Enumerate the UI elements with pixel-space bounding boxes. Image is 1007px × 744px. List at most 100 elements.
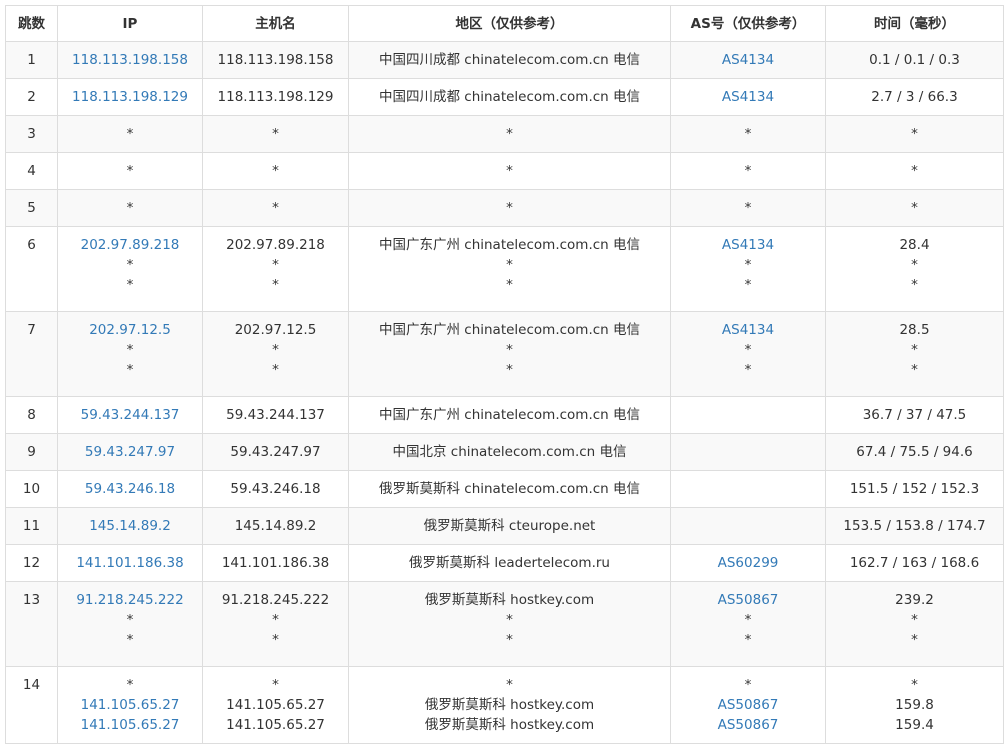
ip-address-link[interactable]: 202.97.89.218 bbox=[58, 235, 202, 255]
as-number-link[interactable]: AS50867 bbox=[671, 590, 825, 610]
ip-address-cell: * bbox=[57, 115, 203, 153]
ip-address-text: * bbox=[126, 362, 134, 378]
as-number-cell: AS60299 bbox=[670, 544, 826, 582]
ip-address-text: * bbox=[126, 200, 134, 216]
header-time: 时间（毫秒） bbox=[825, 5, 1004, 42]
hostname-cell: * bbox=[202, 115, 349, 153]
as-number-text: * bbox=[744, 342, 752, 358]
latency-cell: 36.7 / 37 / 47.5 bbox=[825, 396, 1004, 434]
location-text: 俄罗斯莫斯科 chinatelecom.com.cn 电信 bbox=[378, 481, 641, 497]
latency-cell: * bbox=[825, 152, 1004, 190]
hostname-cell: * bbox=[202, 152, 349, 190]
hostname-text: 118.113.198.158 bbox=[217, 52, 334, 68]
hostname-text: 202.97.89.218 bbox=[226, 237, 325, 253]
as-number-text: * bbox=[744, 362, 752, 378]
ip-address-text: * bbox=[126, 277, 134, 293]
as-number-cell: * AS50867 AS50867 bbox=[670, 666, 826, 744]
table-row: 9 59.43.247.97 59.43.247.97 中国北京 chinatelec… bbox=[5, 433, 1004, 471]
as-number-link[interactable]: AS4134 bbox=[671, 87, 825, 107]
location-text: 中国广东广州 chinatelecom.com.cn 电信 bbox=[378, 407, 641, 423]
hop-number: 13 bbox=[5, 581, 58, 667]
location-text: 俄罗斯莫斯科 leadertelecom.ru bbox=[409, 555, 610, 571]
hop-number: 1 bbox=[5, 41, 58, 79]
hostname-text: * bbox=[272, 362, 279, 378]
ip-address-link[interactable]: 141.101.186.38 bbox=[58, 553, 202, 573]
as-number-text: * bbox=[744, 257, 752, 273]
hop-number-text: 1 bbox=[27, 52, 36, 68]
latency-text: * bbox=[911, 163, 918, 179]
header-location: 地区（仅供参考） bbox=[348, 5, 671, 42]
hostname-cell: 202.97.12.5 * * bbox=[202, 311, 349, 397]
hop-number-text: 12 bbox=[22, 555, 41, 571]
header-hostname: 主机名 bbox=[202, 5, 349, 42]
traceroute-table: 跳数 IP 主机名 地区（仅供参考） AS号（仅供参考） 时间（毫秒） 1 118… bbox=[5, 5, 1004, 744]
as-number-text: * bbox=[744, 277, 752, 293]
hostname-text: 59.43.246.18 bbox=[230, 481, 321, 497]
location-text: * bbox=[506, 342, 513, 358]
as-number-text: * bbox=[744, 200, 752, 216]
ip-address-cell: 202.97.89.218 * * bbox=[57, 226, 203, 312]
hostname-cell: 59.43.247.97 bbox=[202, 433, 349, 471]
as-number-link[interactable]: AS4134 bbox=[671, 50, 825, 70]
hostname-text: * bbox=[272, 342, 279, 358]
table-row: 5 * * * * * bbox=[5, 189, 1004, 227]
location-cell: 中国四川成都 chinatelecom.com.cn 电信 bbox=[348, 78, 671, 116]
as-number-link[interactable]: AS4134 bbox=[671, 235, 825, 255]
location-cell: 中国广东广州 chinatelecom.com.cn 电信 * * bbox=[348, 226, 671, 312]
hop-number: 3 bbox=[5, 115, 58, 153]
as-number-link[interactable]: AS50867 bbox=[671, 695, 825, 715]
as-number-link[interactable]: AS60299 bbox=[671, 553, 825, 573]
ip-address-link[interactable]: 118.113.198.158 bbox=[58, 50, 202, 70]
ip-address-text: * bbox=[126, 163, 134, 179]
table-row: 8 59.43.244.137 59.43.244.137 中国广东广州 chinat… bbox=[5, 396, 1004, 434]
latency-cell: 2.7 / 3 / 66.3 bbox=[825, 78, 1004, 116]
hop-number: 5 bbox=[5, 189, 58, 227]
ip-address-link[interactable]: 118.113.198.129 bbox=[58, 87, 202, 107]
ip-address-cell: 145.14.89.2 bbox=[57, 507, 203, 545]
as-number-cell: AS4134 * * bbox=[670, 311, 826, 397]
location-text: * bbox=[506, 677, 513, 693]
hop-number-text: 2 bbox=[27, 89, 36, 105]
hop-number: 6 bbox=[5, 226, 58, 312]
hop-number-text: 5 bbox=[27, 200, 36, 216]
latency-text: 239.2 bbox=[895, 592, 934, 608]
table-row: 2 118.113.198.129 118.113.198.129 中国四川成都 ch… bbox=[5, 78, 1004, 116]
hostname-text: * bbox=[272, 163, 279, 179]
hostname-cell: 59.43.246.18 bbox=[202, 470, 349, 508]
ip-address-link[interactable]: 141.105.65.27 bbox=[58, 695, 202, 715]
location-cell: 中国北京 chinatelecom.com.cn 电信 bbox=[348, 433, 671, 471]
ip-address-link[interactable]: 59.43.247.97 bbox=[58, 442, 202, 462]
table-row: 14 * 141.105.65.27 141.105.65.27 * 141.105.65… bbox=[5, 666, 1004, 744]
latency-text: 67.4 / 75.5 / 94.6 bbox=[856, 444, 973, 460]
ip-address-link[interactable]: 141.105.65.27 bbox=[58, 715, 202, 735]
table-row: 4 * * * * * bbox=[5, 152, 1004, 190]
ip-address-link[interactable]: 202.97.12.5 bbox=[58, 320, 202, 340]
hop-number: 8 bbox=[5, 396, 58, 434]
table-row: 1 118.113.198.158 118.113.198.158 中国四川成都 ch… bbox=[5, 41, 1004, 79]
ip-address-link[interactable]: 59.43.244.137 bbox=[58, 405, 202, 425]
hostname-cell: 141.101.186.38 bbox=[202, 544, 349, 582]
latency-text: 28.5 bbox=[899, 322, 930, 338]
ip-address-link[interactable]: 145.14.89.2 bbox=[58, 516, 202, 536]
hostname-text: 141.101.186.38 bbox=[221, 555, 330, 571]
table-row: 12 141.101.186.38 141.101.186.38 俄罗斯莫斯科 lea… bbox=[5, 544, 1004, 582]
latency-text: * bbox=[911, 257, 918, 273]
latency-cell: 151.5 / 152 / 152.3 bbox=[825, 470, 1004, 508]
hop-number-text: 8 bbox=[27, 407, 36, 423]
hostname-cell: 118.113.198.158 bbox=[202, 41, 349, 79]
latency-text: * bbox=[911, 632, 918, 648]
hostname-text: * bbox=[272, 126, 279, 142]
latency-text: 36.7 / 37 / 47.5 bbox=[862, 407, 967, 423]
ip-address-cell: 118.113.198.158 bbox=[57, 41, 203, 79]
as-number-link[interactable]: AS50867 bbox=[671, 715, 825, 735]
location-cell: 中国广东广州 chinatelecom.com.cn 电信 * * bbox=[348, 311, 671, 397]
location-text: 俄罗斯莫斯科 cteurope.net bbox=[423, 518, 596, 534]
latency-cell: 0.1 / 0.1 / 0.3 bbox=[825, 41, 1004, 79]
as-number-text: * bbox=[744, 612, 752, 628]
ip-address-link[interactable]: 91.218.245.222 bbox=[58, 590, 202, 610]
hop-number-text: 13 bbox=[22, 592, 41, 608]
ip-address-cell: * 141.105.65.27 141.105.65.27 bbox=[57, 666, 203, 744]
location-cell: * bbox=[348, 189, 671, 227]
as-number-link[interactable]: AS4134 bbox=[671, 320, 825, 340]
ip-address-link[interactable]: 59.43.246.18 bbox=[58, 479, 202, 499]
